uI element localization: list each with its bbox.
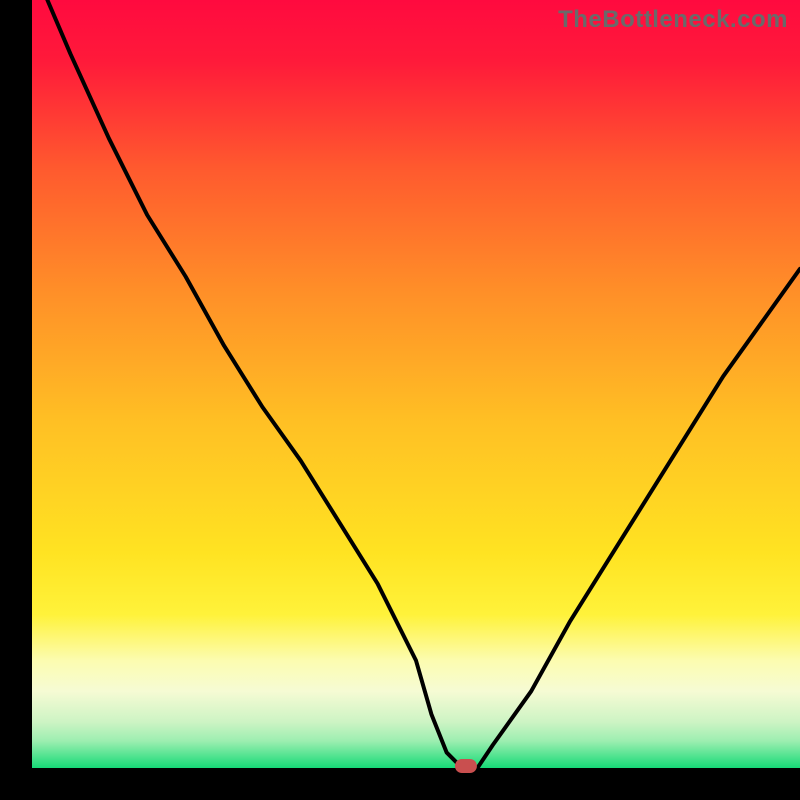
optimum-marker <box>455 759 477 773</box>
chart-container: TheBottleneck.com <box>0 0 800 800</box>
bottleneck-chart <box>0 0 800 800</box>
watermark-text: TheBottleneck.com <box>558 6 788 34</box>
plot-area <box>32 0 800 768</box>
